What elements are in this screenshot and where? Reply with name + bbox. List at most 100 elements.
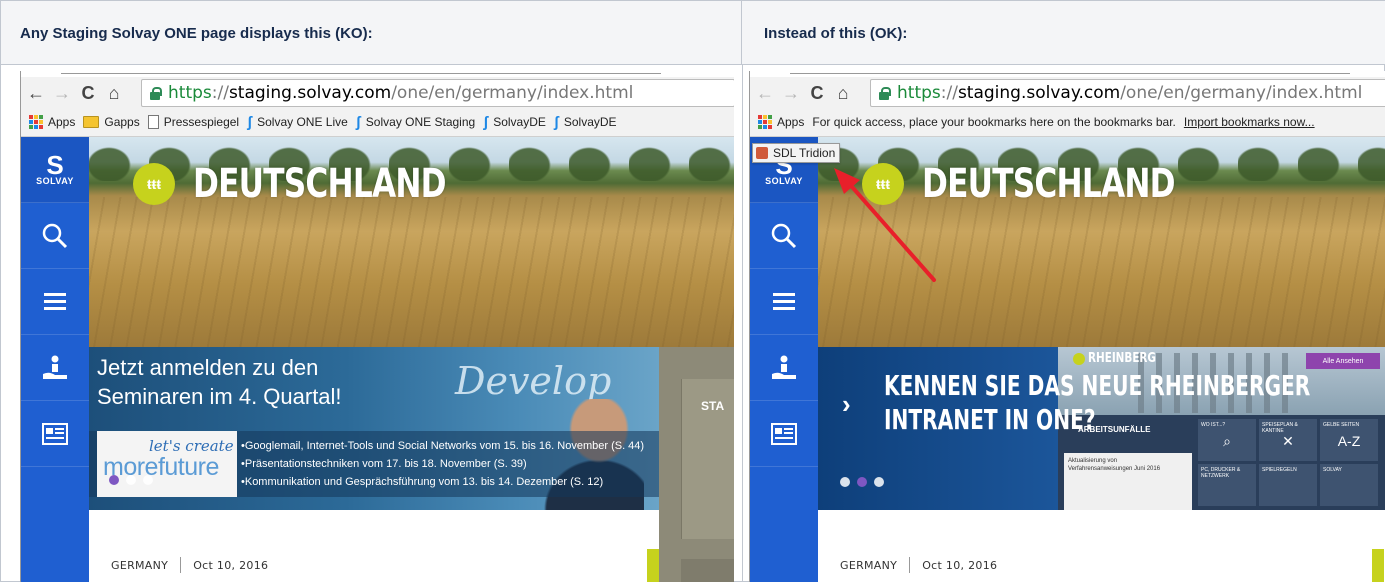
bookmark-solvayde-2[interactable]: ʃ SolvayDE [554, 115, 617, 130]
apps-grid-icon [29, 115, 43, 129]
help-hand-icon[interactable] [750, 335, 818, 401]
apps-grid-icon [758, 115, 772, 129]
bookmarks-bar: Apps Gapps Pressespiegel ʃ Solvay ONE Liv… [21, 109, 734, 135]
sdl-tridion-tooltip[interactable]: SDL Tridion [752, 143, 841, 163]
solvay-icon: ʃ [247, 113, 253, 131]
carousel-dot[interactable] [143, 475, 153, 485]
address-bar[interactable]: https://staging.solvay.com/one/en/german… [141, 79, 734, 107]
menu-icon[interactable] [750, 269, 818, 335]
hero-image: ŧŧŧ DEUTSCHLAND [89, 137, 734, 347]
nav-row: ← → C ⌂ https://staging.solvay.com/one/e… [750, 77, 1385, 109]
header-ok: Instead of this (OK): [764, 24, 908, 42]
reload-button[interactable]: C [806, 82, 828, 104]
hero-title: ŧŧŧ DEUTSCHLAND [133, 161, 517, 207]
table-header-row: Any Staging Solvay ONE page displays thi… [1, 1, 1385, 65]
url-host: staging.solvay.com [228, 83, 392, 103]
search-icon[interactable] [21, 203, 89, 269]
lock-icon [877, 86, 891, 100]
bookmarks-hint: For quick access, place your bookmarks h… [812, 115, 1176, 129]
solvay-logo[interactable]: S SOLVAY [21, 137, 89, 203]
bookmarks-bar: Apps For quick access, place your bookma… [750, 109, 1385, 135]
forward-button[interactable]: → [51, 82, 73, 104]
develop-script: Develop [455, 359, 612, 403]
carousel-dots [109, 475, 153, 485]
url-scheme: https [168, 83, 212, 103]
help-hand-icon[interactable] [21, 335, 89, 401]
post-date: Oct 10, 2016 [922, 558, 998, 572]
carousel-dot[interactable] [126, 475, 136, 485]
carousel-dot[interactable] [874, 477, 884, 487]
bookmark-solvay-one-staging[interactable]: ʃ Solvay ONE Staging [356, 115, 475, 130]
home-button[interactable]: ⌂ [103, 82, 125, 104]
news-icon[interactable] [750, 401, 818, 467]
tile: GELBE SEITEN A-Z [1320, 419, 1378, 461]
sidebar: S SOLVAY [21, 137, 89, 582]
solvay-icon: ʃ [483, 113, 489, 131]
browser-chrome: ← → C ⌂ https://staging.solvay.com/one/e… [21, 71, 734, 137]
forward-button[interactable]: → [780, 82, 802, 104]
url-scheme: https [897, 83, 941, 103]
nav-row: ← → C ⌂ https://staging.solvay.com/one/e… [21, 77, 734, 109]
post-meta: GERMANY Oct 10, 2016 [111, 557, 268, 573]
page-title: DEUTSCHLAND [193, 161, 447, 207]
solvay-icon: ʃ [553, 113, 559, 131]
page-content: ŧŧŧ DEUTSCHLAND Jetzt anmelden zu den Se… [21, 137, 734, 582]
bookmark-pressespiegel[interactable]: Pressespiegel [147, 115, 239, 129]
browser-chrome: ← → C ⌂ https://staging.solvay.com/one/e… [750, 71, 1385, 137]
people-icon: ŧŧŧ [133, 163, 175, 205]
news-card: Aktualisierung von Verfahrensanweisungen… [1064, 453, 1192, 510]
news-icon[interactable] [21, 401, 89, 467]
folder-icon [83, 116, 100, 128]
seminar-list: •Googlemail, Internet-Tools und Social N… [241, 440, 645, 488]
chevron-right-icon[interactable]: › [842, 389, 851, 420]
red-arrow-annotation [834, 168, 936, 282]
accent-bar [647, 549, 659, 582]
column-divider [742, 65, 743, 582]
back-button[interactable]: ← [754, 82, 776, 104]
side-panel-label: STA [701, 399, 725, 413]
carousel-dot[interactable] [857, 477, 867, 487]
page-title: DEUTSCHLAND [922, 161, 1176, 207]
bookmark-solvayde[interactable]: ʃ SolvayDE [483, 115, 546, 130]
header-ko: Any Staging Solvay ONE page displays thi… [1, 1, 742, 65]
url-path: /one/en/germany/index.html [1120, 83, 1363, 103]
url-host: staging.solvay.com [957, 83, 1121, 103]
solvay-icon: ʃ [355, 113, 361, 131]
post-date: Oct 10, 2016 [193, 558, 269, 572]
more-future-logo: let's create morefuture [97, 431, 237, 497]
view-all-pill: Alle Ansehen [1306, 353, 1380, 369]
carousel-dot[interactable] [109, 475, 119, 485]
screenshot-ok: ← → C ⌂ https://staging.solvay.com/one/e… [749, 71, 1385, 582]
carousel-banner[interactable]: Jetzt anmelden zu den Seminaren im 4. Qu… [89, 347, 659, 510]
reload-button[interactable]: C [77, 82, 99, 104]
menu-icon[interactable] [21, 269, 89, 335]
sidebar: S SOLVAY [750, 137, 818, 582]
side-panel: STA [659, 347, 734, 582]
bookmark-apps[interactable]: Apps [758, 115, 804, 129]
post-country: GERMANY [840, 558, 898, 572]
import-bookmarks-link[interactable]: Import bookmarks now... [1184, 115, 1315, 129]
carousel-dots [840, 477, 884, 487]
banner-strip: let's create morefuture •Googlemail, Int… [89, 431, 659, 497]
address-bar[interactable]: https://staging.solvay.com/one/en/german… [870, 79, 1385, 107]
comparison-table: Any Staging Solvay ONE page displays thi… [0, 0, 1385, 582]
post-meta: GERMANY Oct 10, 2016 [840, 557, 997, 573]
bookmark-solvay-one-live[interactable]: ʃ Solvay ONE Live [247, 115, 348, 130]
lock-icon [148, 86, 162, 100]
page-icon [147, 115, 159, 129]
home-button[interactable]: ⌂ [832, 82, 854, 104]
tile: PC, DRUCKER & NETZWERK [1198, 464, 1256, 506]
bookmark-apps[interactable]: Apps [29, 115, 75, 129]
tile: SOLVAY [1320, 464, 1378, 506]
banner-heading: Jetzt anmelden zu den Seminaren im 4. Qu… [97, 355, 342, 409]
carousel-dot[interactable] [840, 477, 850, 487]
back-button[interactable]: ← [25, 82, 47, 104]
banner-heading: KENNEN SIE DAS NEUE RHEINBERGER INTRANET… [884, 369, 1311, 436]
people-icon [1073, 353, 1085, 365]
carousel-banner[interactable]: RHEINBERG Alle Ansehen ARBEITSUNFÄLLE Ak… [818, 347, 1385, 510]
accent-bar [1372, 549, 1384, 582]
tile: SPIELREGELN [1259, 464, 1317, 506]
search-icon[interactable] [750, 203, 818, 269]
bookmark-gapps[interactable]: Gapps [83, 115, 140, 129]
az-icon: A-Z [1337, 433, 1361, 449]
